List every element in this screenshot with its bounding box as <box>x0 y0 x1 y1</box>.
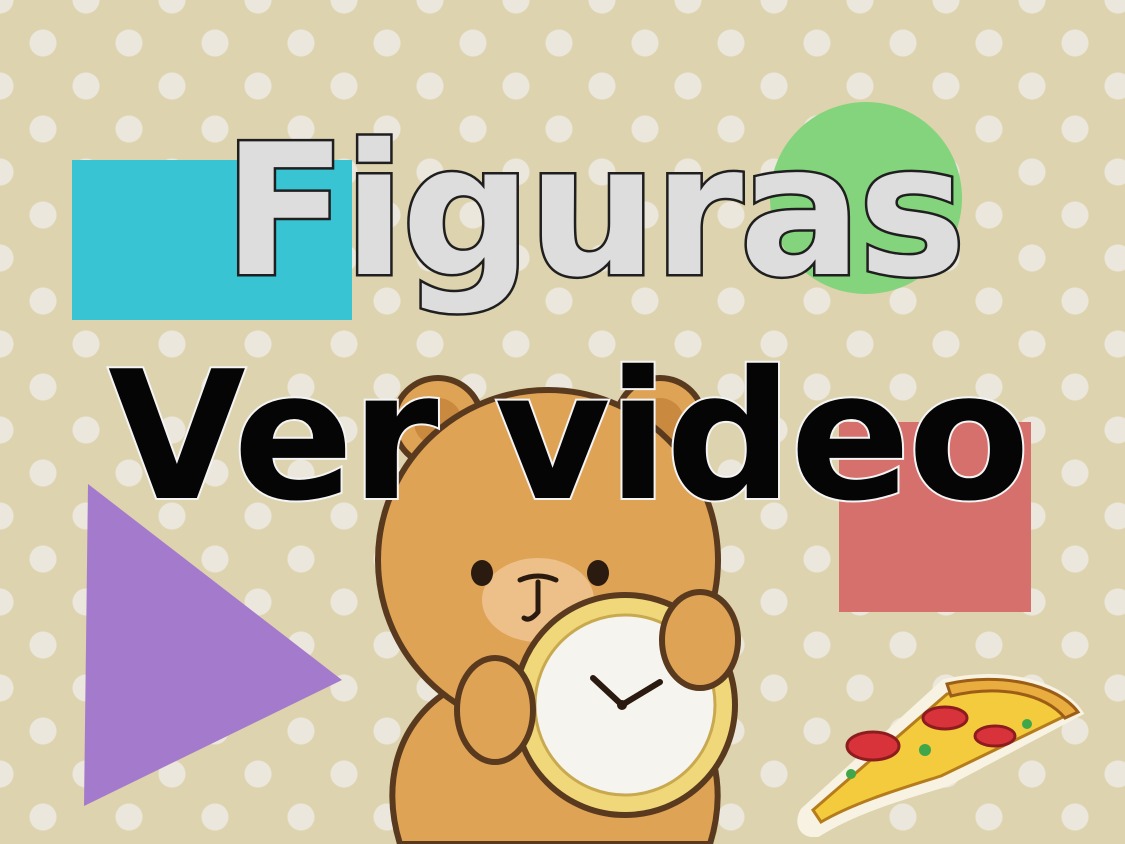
bear-left-paw <box>454 655 536 765</box>
bear-right-eye <box>587 560 609 586</box>
green-pepper-1 <box>919 744 931 756</box>
watch-video-label: Ver video <box>106 333 1032 540</box>
clock-center <box>617 700 627 710</box>
pizza-slice-icon <box>797 674 1085 837</box>
pepperoni-1 <box>845 730 901 762</box>
green-pepper-2 <box>1022 719 1032 729</box>
bear-right-paw <box>659 589 741 691</box>
pepperoni-2 <box>921 705 969 731</box>
thumbnail-canvas: Figuras Ver video <box>0 0 1125 844</box>
bear-left-eye <box>471 560 493 586</box>
green-pepper-3 <box>846 769 856 779</box>
pepperoni-3 <box>973 724 1017 748</box>
title-figuras: Figuras <box>220 105 968 317</box>
